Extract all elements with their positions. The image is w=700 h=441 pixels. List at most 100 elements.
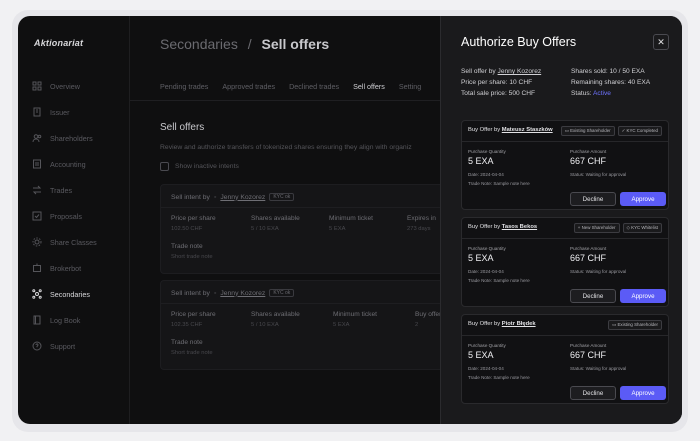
breadcrumb-separator: /: [247, 36, 252, 52]
book-icon: [33, 315, 41, 325]
kyc-whitelist-badge: ◇ KYC Whitelist: [622, 223, 662, 233]
bot-icon: [33, 263, 41, 272]
divider: [462, 238, 668, 239]
offer-date: Date: 2024-04-04: [468, 172, 504, 177]
approve-button[interactable]: Approve: [620, 386, 666, 400]
sidebar-item-trades[interactable]: Trades: [32, 182, 72, 198]
show-inactive-label: Show inactive intents: [175, 163, 239, 170]
decline-button[interactable]: Decline: [570, 192, 616, 206]
price-per-share: Price per share 102.50 CHF: [171, 215, 216, 232]
sell-intent-owner-link[interactable]: Jenny Kozorez: [220, 290, 265, 297]
section-title: Sell offers: [160, 122, 205, 133]
buy-offer-card: Buy Offer by Tasos Bekos + New Sharehold…: [461, 217, 669, 307]
tab-settings[interactable]: Setting: [399, 82, 421, 91]
sell-intent-prefix: Sell intent by: [171, 193, 210, 201]
purchase-amount-label: Purchase Amount: [570, 343, 607, 348]
sidebar-item-share-classes[interactable]: Share Classes: [32, 234, 97, 250]
user-plus-icon: +: [577, 225, 581, 230]
sell-intent-header: Sell intent by ◦ Jenny Kozorez KYC ok: [171, 193, 295, 201]
sidebar-item-label: Log Book: [50, 315, 81, 325]
purchase-amount: 667 CHF: [570, 253, 607, 263]
section-description: Review and authorize transfers of tokeni…: [160, 144, 412, 151]
trade-note: Trade Note: Sample note here: [468, 181, 530, 186]
close-icon: ✕: [657, 36, 665, 47]
existing-shareholder-badge: ▭ Existing Shareholder: [608, 320, 662, 330]
sell-intent-prefix: Sell intent by: [171, 289, 210, 297]
sidebar-item-label: Trades: [50, 185, 73, 195]
existing-shareholder-badge: ▭ Existing Shareholder: [560, 126, 615, 136]
sidebar: Aktionariat Overview Issuer Shareholders…: [18, 16, 130, 424]
tab-approved-trades[interactable]: Approved trades: [222, 82, 275, 91]
purchase-amount-label: Purchase Amount: [570, 246, 607, 251]
app-logo: Aktionariat: [34, 38, 84, 48]
trade-note: Trade Note: Sample note here: [468, 375, 530, 380]
sidebar-item-brokerbot[interactable]: Brokerbot: [32, 260, 81, 276]
users-icon: [32, 134, 42, 143]
sidebar-item-secondaries[interactable]: Secondaries: [32, 286, 90, 302]
close-button[interactable]: ✕: [653, 34, 669, 50]
buyer-link[interactable]: Piotr Błędek: [502, 321, 536, 327]
offer-date: Date: 2024-04-04: [468, 269, 504, 274]
tab-pending-trades[interactable]: Pending trades: [160, 82, 208, 91]
sidebar-item-accounting[interactable]: Accounting: [32, 156, 86, 172]
sidebar-item-label: Brokerbot: [50, 263, 82, 273]
expires-in: Expires in 273 days: [407, 215, 436, 232]
sidebar-item-label: Share Classes: [50, 237, 97, 247]
id-card-icon: ▭: [564, 128, 569, 133]
buy-offer-header: Buy Offer by Tasos Bekos: [468, 224, 538, 230]
seller-link[interactable]: Jenny Kozorez: [498, 68, 542, 75]
sidebar-item-issuer[interactable]: Issuer: [32, 104, 70, 120]
ledger-icon: [33, 159, 41, 169]
network-icon: [32, 289, 42, 299]
user-icon: ◦: [213, 193, 217, 201]
purchase-quantity-label: Purchase Quantity: [468, 246, 506, 251]
shares-available: Shares available 5 / 10 EXA: [251, 311, 300, 328]
shares-available: Shares available 5 / 10 EXA: [251, 215, 300, 232]
divider: [462, 335, 668, 336]
sidebar-item-label: Proposals: [50, 211, 82, 221]
shield-icon: ◇: [626, 225, 630, 230]
shares-summary: Shares sold: 10 / 50 EXA Remaining share…: [571, 68, 651, 97]
authorize-buy-offers-drawer: Authorize Buy Offers ✕ Sell offer by Jen…: [440, 16, 682, 424]
sidebar-item-label: Overview: [50, 81, 80, 91]
buyer-link[interactable]: Tasos Bekos: [502, 224, 537, 230]
buyer-link[interactable]: Mateusz Staszków: [502, 127, 553, 133]
sidebar-item-label: Secondaries: [50, 289, 90, 299]
status-badge: Active: [593, 90, 611, 97]
kyc-badge: KYC ok: [269, 289, 295, 297]
buy-offer-card: Buy Offer by Mateusz Staszków ▭ Existing…: [461, 120, 669, 210]
sell-intent-header: Sell intent by ◦ Jenny Kozorez KYC ok: [171, 289, 295, 297]
decline-button[interactable]: Decline: [570, 386, 616, 400]
purchase-quantity: 5 EXA: [468, 253, 494, 263]
tab-bar: Pending trades Approved trades Declined …: [160, 82, 421, 91]
price-per-share: Price per share 102.35 CHF: [171, 311, 216, 328]
tab-declined-trades[interactable]: Declined trades: [289, 82, 339, 91]
purchase-quantity: 5 EXA: [468, 350, 494, 360]
minimum-ticket: Minimum ticket 5 EXA: [329, 215, 373, 232]
sidebar-item-log-book[interactable]: Log Book: [32, 312, 80, 328]
show-inactive-toggle[interactable]: Show inactive intents: [160, 162, 239, 171]
sidebar-item-support[interactable]: Support: [32, 338, 75, 354]
tab-sell-offers[interactable]: Sell offers: [353, 82, 385, 91]
sell-offer-summary: Sell offer by Jenny Kozorez Price per sh…: [461, 68, 542, 97]
offer-status: Status: Waiting for approval: [570, 269, 627, 274]
show-inactive-checkbox[interactable]: [160, 162, 169, 171]
decline-button[interactable]: Decline: [570, 289, 616, 303]
sidebar-item-proposals[interactable]: Proposals: [32, 208, 82, 224]
new-shareholder-badge: + New Shareholder: [573, 223, 620, 233]
page-title: Sell offers: [261, 36, 330, 52]
checkbox-icon: [32, 211, 42, 221]
breadcrumb-section[interactable]: Secondaries: [160, 36, 238, 52]
buy-offer-card: Buy Offer by Piotr Błędek ▭ Existing Sha…: [461, 314, 669, 404]
approve-button[interactable]: Approve: [620, 289, 666, 303]
sidebar-item-overview[interactable]: Overview: [32, 78, 80, 94]
sidebar-item-label: Issuer: [50, 107, 70, 117]
purchase-amount-label: Purchase Amount: [570, 149, 607, 154]
purchase-amount: 667 CHF: [570, 156, 607, 166]
grid-icon: [32, 81, 42, 91]
sidebar-item-shareholders[interactable]: Shareholders: [32, 130, 93, 146]
sell-intent-owner-link[interactable]: Jenny Kozorez: [220, 194, 265, 201]
offer-date: Date: 2024-04-04: [468, 366, 504, 371]
approve-button[interactable]: Approve: [620, 192, 666, 206]
offer-status: Status: Waiting for approval: [570, 366, 627, 371]
